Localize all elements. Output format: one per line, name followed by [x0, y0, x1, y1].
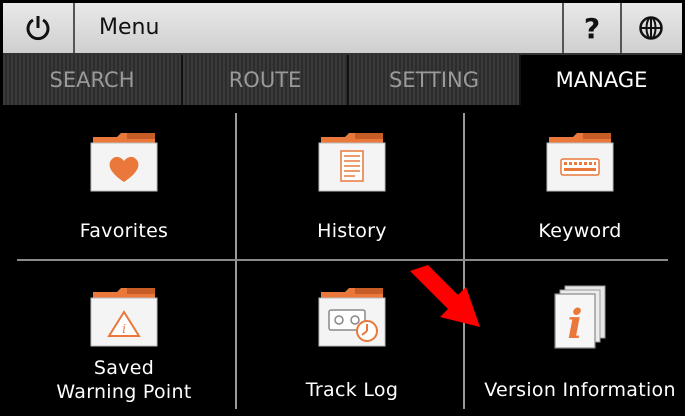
- tab-setting[interactable]: SETTING: [349, 55, 521, 105]
- svg-text:i: i: [567, 301, 582, 348]
- saved-warning-point-label-line1: Saved: [93, 357, 155, 379]
- track-log-label: Track Log: [305, 379, 399, 401]
- saved-warning-point-label: Saved Warning Point: [13, 356, 235, 404]
- favorites-label: Favorites: [79, 220, 169, 242]
- document-folder-icon: [318, 133, 386, 192]
- help-icon: ?: [583, 11, 601, 45]
- tracklog-folder-icon: [318, 288, 386, 347]
- grid-divider: [235, 113, 237, 409]
- globe-icon: [639, 16, 663, 40]
- menu-title: Menu: [99, 15, 160, 40]
- tab-route[interactable]: ROUTE: [183, 55, 349, 105]
- grid-divider: [17, 259, 668, 261]
- keyword-label: Keyword: [538, 220, 622, 242]
- version-information-label: Version Information: [484, 379, 676, 401]
- saved-warning-point-item[interactable]: i Saved Warning Point: [13, 262, 235, 412]
- tab-search[interactable]: SEARCH: [3, 55, 183, 105]
- svg-text:i: i: [122, 322, 126, 336]
- heart-folder-icon: [90, 133, 158, 192]
- keyword-item[interactable]: Keyword: [469, 107, 685, 257]
- top-bar: Menu ?: [3, 3, 682, 55]
- language-button[interactable]: [620, 3, 682, 53]
- favorites-item[interactable]: Favorites: [13, 107, 235, 257]
- power-button[interactable]: [3, 3, 75, 53]
- power-icon: [26, 16, 50, 41]
- history-label: History: [317, 220, 387, 242]
- manage-grid: Favorites History Keyword i Saved Warnin…: [3, 107, 682, 413]
- history-item[interactable]: History: [241, 107, 463, 257]
- red-arrow-icon: [410, 265, 480, 327]
- version-information-item[interactable]: i Version Information: [469, 262, 685, 412]
- warning-folder-icon: i: [90, 288, 158, 347]
- screen: Menu ? SEARCH ROUTE SETTING MANAGE Favor…: [0, 0, 685, 416]
- tab-bar: SEARCH ROUTE SETTING MANAGE: [3, 55, 682, 105]
- keyboard-folder-icon: [546, 133, 614, 192]
- help-button[interactable]: ?: [562, 3, 622, 53]
- saved-warning-point-label-line2: Warning Point: [56, 381, 192, 403]
- grid-divider: [463, 113, 465, 409]
- info-document-icon: i: [554, 285, 606, 349]
- tab-manage[interactable]: MANAGE: [521, 55, 682, 105]
